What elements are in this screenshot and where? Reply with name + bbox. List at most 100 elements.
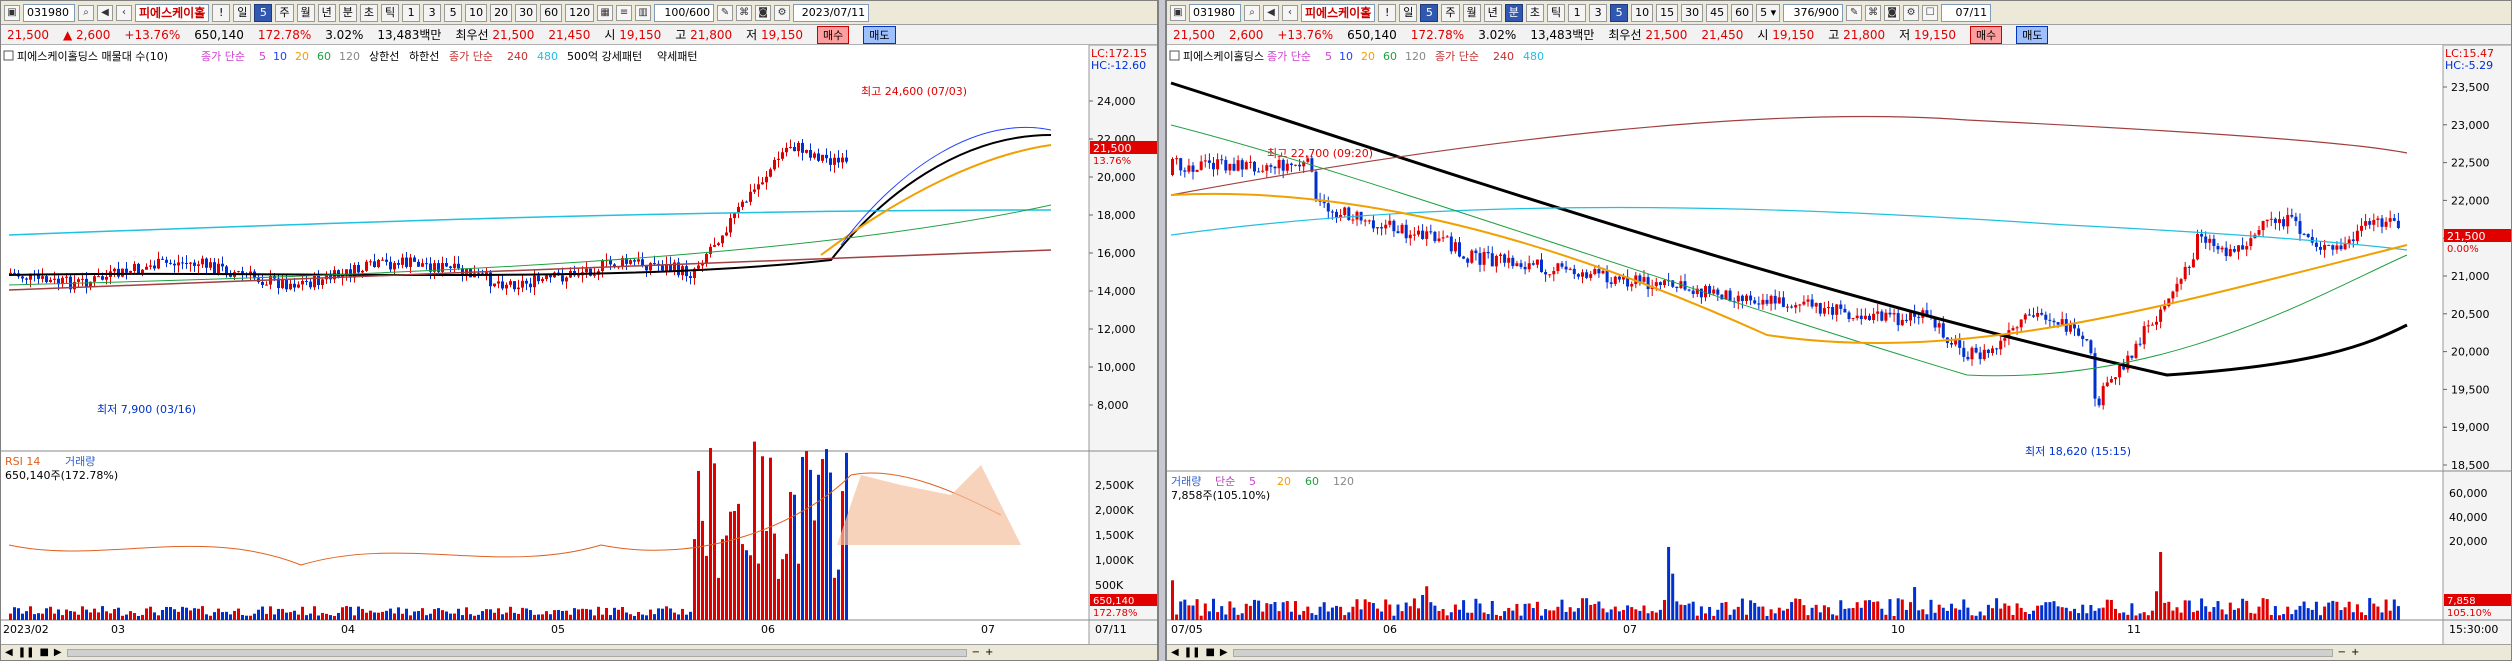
date-input[interactable]: 07/11 (1941, 3, 1992, 22)
alert-button[interactable]: ! (1378, 3, 1397, 22)
min-5[interactable]: 5 (1610, 3, 1629, 22)
bar-count-input[interactable]: 100/600 (654, 3, 715, 22)
stock-code-input[interactable]: 031980 (23, 3, 75, 22)
stop-icon[interactable]: ■ (39, 647, 48, 658)
volume-bar (1240, 613, 1244, 620)
min-120[interactable]: 120 (565, 3, 595, 22)
buy-button[interactable]: 매수 (817, 25, 850, 44)
scroll-left-icon[interactable]: ◀ (5, 647, 13, 658)
candle (1617, 276, 1621, 280)
gear-icon[interactable]: ⚙ (774, 4, 791, 21)
splitter[interactable] (1158, 0, 1166, 661)
period-year[interactable]: 년 (317, 3, 336, 22)
min-60[interactable]: 60 (540, 3, 563, 22)
min-60[interactable]: 60 (1731, 3, 1754, 22)
camera-icon[interactable]: ◙ (755, 4, 772, 21)
min-20[interactable]: 20 (490, 3, 513, 22)
volume-bar (2249, 612, 2253, 620)
pause-icon[interactable]: ❚❚ (1184, 647, 1201, 658)
period-minute[interactable]: 분 (338, 3, 357, 22)
min-3[interactable]: 3 (423, 3, 442, 22)
checkbox-icon[interactable]: ☐ (1922, 4, 1939, 21)
bar-count-input[interactable]: 376/900 (1783, 3, 1844, 22)
pause-icon[interactable]: ❚❚ (18, 647, 35, 658)
scroll-track[interactable] (1232, 648, 2333, 657)
scroll-right-icon[interactable]: ▶ (1220, 647, 1228, 658)
interval-dropdown[interactable]: 5 ▾ (1756, 3, 1781, 22)
right-chart[interactable]: 피에스케이홀딩스 종가 단순 5 10 20 60 120 종가 단순 240 48023,500… (1167, 45, 2512, 646)
buy-button[interactable]: 매수 (1969, 25, 2003, 44)
window-icon[interactable]: ▣ (4, 4, 20, 21)
sell-button[interactable]: 매도 (2016, 25, 2049, 44)
stock-code-input[interactable]: 031980 (1189, 3, 1241, 22)
min-45[interactable]: 45 (1706, 3, 1729, 22)
volume-bar (145, 608, 148, 620)
period-second[interactable]: 초 (1525, 3, 1544, 22)
min-5[interactable]: 5 (444, 3, 463, 22)
period-week[interactable]: 주 (275, 3, 294, 22)
min-3[interactable]: 3 (1589, 3, 1608, 22)
period-tick[interactable]: 틱 (381, 3, 400, 22)
stock-name[interactable]: 피에스케이홀 (1301, 3, 1376, 22)
period-tick[interactable]: 틱 (1547, 3, 1566, 22)
right-scrollbar[interactable]: ◀ ❚❚ ■ ▶ − + (1167, 644, 2511, 660)
candle (1814, 303, 1818, 307)
period-day[interactable]: 일 (1399, 3, 1418, 22)
tool-icon[interactable]: ✎ (1846, 4, 1863, 21)
speaker-icon[interactable]: ◀ (1263, 4, 1279, 21)
link-icon[interactable]: ⌘ (736, 4, 753, 21)
scroll-right-icon[interactable]: ▶ (54, 647, 62, 658)
interval-select[interactable]: 5 (254, 3, 273, 22)
chart-icon[interactable]: ▥ (635, 4, 652, 21)
camera-icon[interactable]: ◙ (1884, 4, 1901, 21)
min-1[interactable]: 1 (402, 3, 421, 22)
volume-bar (1671, 573, 1675, 620)
search-icon[interactable]: ⌕ (1244, 4, 1260, 21)
grid-icon[interactable]: ▦ (597, 4, 614, 21)
min-1[interactable]: 1 (1568, 3, 1587, 22)
period-month[interactable]: 월 (296, 3, 315, 22)
period-year[interactable]: 년 (1483, 3, 1502, 22)
volume-bar (609, 615, 612, 620)
list-icon[interactable]: ≡ (616, 4, 633, 21)
period-minute[interactable]: 분 (1504, 3, 1523, 22)
gear-icon[interactable]: ⚙ (1903, 4, 1920, 21)
volume-bar (1306, 606, 1310, 620)
zoom-out-icon[interactable]: − (2338, 647, 2346, 658)
period-week[interactable]: 주 (1441, 3, 1460, 22)
candle (2269, 218, 2273, 220)
prev-icon[interactable]: ‹ (116, 4, 132, 21)
min-10[interactable]: 10 (1631, 3, 1654, 22)
zoom-in-icon[interactable]: + (2351, 647, 2359, 658)
min-30[interactable]: 30 (1681, 3, 1704, 22)
stock-name[interactable]: 피에스케이홀 (135, 3, 210, 22)
tool-icon[interactable]: ✎ (717, 4, 734, 21)
min-10[interactable]: 10 (465, 3, 488, 22)
volume-bar (449, 613, 452, 620)
sell-button[interactable]: 매도 (863, 25, 896, 44)
period-day[interactable]: 일 (233, 3, 252, 22)
left-chart[interactable]: 피에스케이홀딩스 매물대 수(10) 종가 단순 5 10 20 60 120 상한선 하한선 종… (1, 45, 1158, 646)
search-icon[interactable]: ⌕ (78, 4, 94, 21)
period-month[interactable]: 월 (1462, 3, 1481, 22)
alert-button[interactable]: ! (212, 3, 231, 22)
window-icon[interactable]: ▣ (1170, 4, 1186, 21)
min-15[interactable]: 15 (1656, 3, 1679, 22)
zoom-in-icon[interactable]: + (985, 647, 993, 658)
min-30[interactable]: 30 (515, 3, 538, 22)
volume-bar (153, 612, 156, 620)
interval-select[interactable]: 5 (1420, 3, 1439, 22)
speaker-icon[interactable]: ◀ (97, 4, 113, 21)
prev-icon[interactable]: ‹ (1282, 4, 1298, 21)
stop-icon[interactable]: ■ (1205, 647, 1214, 658)
zoom-out-icon[interactable]: − (972, 647, 980, 658)
volume-tick-label: 2,000K (1095, 504, 1134, 517)
date-input[interactable]: 2023/07/11 (793, 3, 870, 22)
candle (197, 264, 200, 266)
volume-bar (361, 608, 364, 620)
scroll-left-icon[interactable]: ◀ (1171, 647, 1179, 658)
scroll-track[interactable] (66, 648, 967, 657)
link-icon[interactable]: ⌘ (1865, 4, 1882, 21)
period-second[interactable]: 초 (359, 3, 378, 22)
left-scrollbar[interactable]: ◀ ❚❚ ■ ▶ − + (1, 644, 1157, 660)
